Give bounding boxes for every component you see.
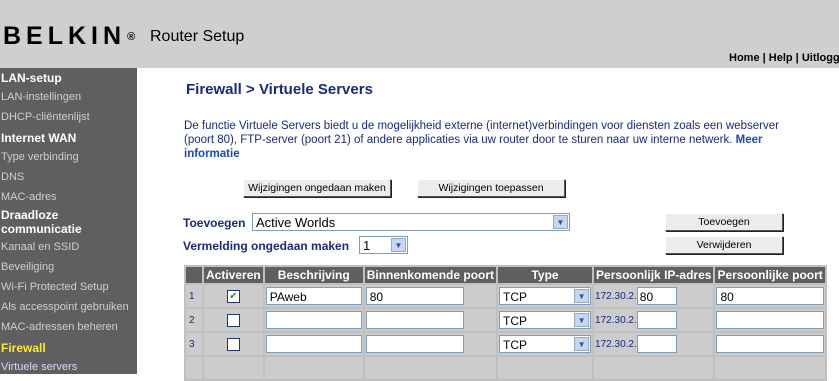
sidebar-item-lan-settings[interactable]: LAN-instellingen xyxy=(1,91,81,103)
home-link[interactable]: Home xyxy=(729,52,760,64)
private-port-cell: 80 xyxy=(715,285,825,307)
table-row: 1 ✔ PAweb 80 TCP ▼ 172.30.2. 80 80 xyxy=(186,285,825,307)
private-ip-cell: 172.30.2. 80 xyxy=(594,285,714,307)
chevron-down-icon[interactable]: ▼ xyxy=(574,337,590,351)
remove-entry-select[interactable]: 1 ▼ xyxy=(359,236,408,254)
ip-last-octet-input[interactable] xyxy=(636,311,677,329)
ip-last-octet-input[interactable]: 80 xyxy=(636,287,677,305)
table-header-description: Beschrijving xyxy=(264,267,363,283)
sidebar-item-wps[interactable]: Wi-Fi Protected Setup xyxy=(1,281,109,293)
type-select[interactable]: TCP ▼ xyxy=(499,287,592,305)
sidebar-nav: LAN-setup LAN-instellingen DHCP-cliënten… xyxy=(0,68,137,374)
apply-changes-button[interactable]: Wijzigingen toepassen xyxy=(417,179,565,197)
table-header-private-ip: Persoonlijk IP-adres xyxy=(594,267,714,283)
type-cell: TCP ▼ xyxy=(498,309,593,331)
type-cell: TCP ▼ xyxy=(498,285,593,307)
incoming-port-input[interactable] xyxy=(365,335,464,353)
top-links: Home | Help | Uitlogg xyxy=(729,52,839,64)
description-input[interactable] xyxy=(265,311,362,329)
table-header-row: Activeren Beschrijving Binnenkomende poo… xyxy=(186,267,825,283)
table-header-incoming-port: Binnenkomende poort xyxy=(364,267,497,283)
type-select[interactable]: TCP ▼ xyxy=(499,311,592,329)
incoming-port-cell xyxy=(364,309,497,331)
sidebar-item-channel-ssid[interactable]: Kanaal en SSID xyxy=(1,241,79,253)
private-port-cell xyxy=(715,309,825,331)
incoming-port-input[interactable] xyxy=(365,311,464,329)
chevron-down-icon[interactable]: ▼ xyxy=(574,289,590,303)
enable-checkbox[interactable] xyxy=(226,337,240,351)
sidebar-heading-firewall[interactable]: Firewall xyxy=(1,341,46,355)
private-ip-cell: 172.30.2. xyxy=(594,309,714,331)
sidebar-item-security[interactable]: Beveiliging xyxy=(1,261,54,273)
chevron-down-icon[interactable]: ▼ xyxy=(553,215,568,229)
incoming-port-cell: 80 xyxy=(364,285,497,307)
sidebar-item-access-point[interactable]: Als accesspoint gebruiken xyxy=(1,301,129,313)
table-row: 3 TCP ▼ 172.30.2. xyxy=(186,333,825,355)
private-ip-cell: 172.30.2. xyxy=(594,333,714,355)
private-port-input[interactable]: 80 xyxy=(716,287,824,305)
add-service-select[interactable]: Active Worlds ▼ xyxy=(252,213,570,231)
chevron-down-icon[interactable]: ▼ xyxy=(391,238,406,252)
incoming-port-input[interactable]: 80 xyxy=(365,287,464,305)
sidebar-item-connection-type[interactable]: Type verbinding xyxy=(1,151,79,163)
sidebar-item-dhcp-clients[interactable]: DHCP-cliëntenlijst xyxy=(1,111,90,123)
main-content: Firewall > Virtuele Servers De functie V… xyxy=(137,68,839,381)
enable-checkbox[interactable]: ✔ xyxy=(226,289,240,303)
description-input[interactable]: PAweb xyxy=(265,287,362,305)
remove-button[interactable]: Verwijderen xyxy=(665,236,783,254)
ip-prefix: 172.30.2. xyxy=(595,290,637,302)
sidebar-heading-lan[interactable]: LAN-setup xyxy=(1,71,62,85)
sidebar-heading-wan[interactable]: Internet WAN xyxy=(1,131,76,145)
private-port-cell xyxy=(715,333,825,355)
incoming-port-cell xyxy=(364,333,497,355)
table-header-private-port: Persoonlijke poort xyxy=(715,267,825,283)
add-label: Toevoegen xyxy=(183,216,246,230)
sidebar-item-dns[interactable]: DNS xyxy=(1,171,24,183)
ip-prefix: 172.30.2. xyxy=(595,338,637,350)
table-header-enable: Activeren xyxy=(204,267,263,283)
private-port-input[interactable] xyxy=(716,335,824,353)
help-link[interactable]: Help xyxy=(769,52,793,64)
enable-cell xyxy=(204,333,263,355)
logout-link[interactable]: Uitlogg xyxy=(802,52,839,64)
enable-checkbox[interactable] xyxy=(226,313,240,327)
enable-cell xyxy=(204,309,263,331)
add-button[interactable]: Toevoegen xyxy=(665,213,783,231)
table-header-num xyxy=(186,267,202,283)
private-port-input[interactable] xyxy=(716,311,824,329)
undo-changes-button[interactable]: Wijzigingen ongedaan maken xyxy=(243,179,391,197)
row-number: 2 xyxy=(186,309,202,331)
remove-entry-label: Vermelding ongedaan maken xyxy=(183,239,350,253)
sidebar-heading-wireless[interactable]: Draadloze communicatie xyxy=(1,208,82,236)
description-input[interactable] xyxy=(265,335,362,353)
table-row: 2 TCP ▼ 172.30.2. xyxy=(186,309,825,331)
type-select[interactable]: TCP ▼ xyxy=(499,335,592,353)
chevron-down-icon[interactable]: ▼ xyxy=(574,313,590,327)
virtual-servers-table: Activeren Beschrijving Binnenkomende poo… xyxy=(184,265,827,381)
description-cell xyxy=(264,309,363,331)
sidebar-item-mac-address[interactable]: MAC-adres xyxy=(1,191,57,203)
belkin-logo: BELKIN® xyxy=(3,22,136,50)
sidebar-item-virtual-servers[interactable]: Virtuele servers xyxy=(1,361,77,373)
ip-prefix: 172.30.2. xyxy=(595,314,637,326)
header-bar: BELKIN® Router Setup Home | Help | Uitlo… xyxy=(0,0,839,68)
row-number: 3 xyxy=(186,333,202,355)
ip-last-octet-input[interactable] xyxy=(636,335,677,353)
page-title: Firewall > Virtuele Servers xyxy=(186,81,373,98)
enable-cell: ✔ xyxy=(204,285,263,307)
sidebar-item-mac-management[interactable]: MAC-adressen beheren xyxy=(1,321,118,333)
type-cell: TCP ▼ xyxy=(498,333,593,355)
intro-text: De functie Virtuele Servers biedt u de m… xyxy=(184,120,779,160)
app-title: Router Setup xyxy=(150,28,245,45)
row-number: 1 xyxy=(186,285,202,307)
table-header-type: Type xyxy=(498,267,593,283)
description-cell xyxy=(264,333,363,355)
table-row xyxy=(186,357,825,379)
description-cell: PAweb xyxy=(264,285,363,307)
